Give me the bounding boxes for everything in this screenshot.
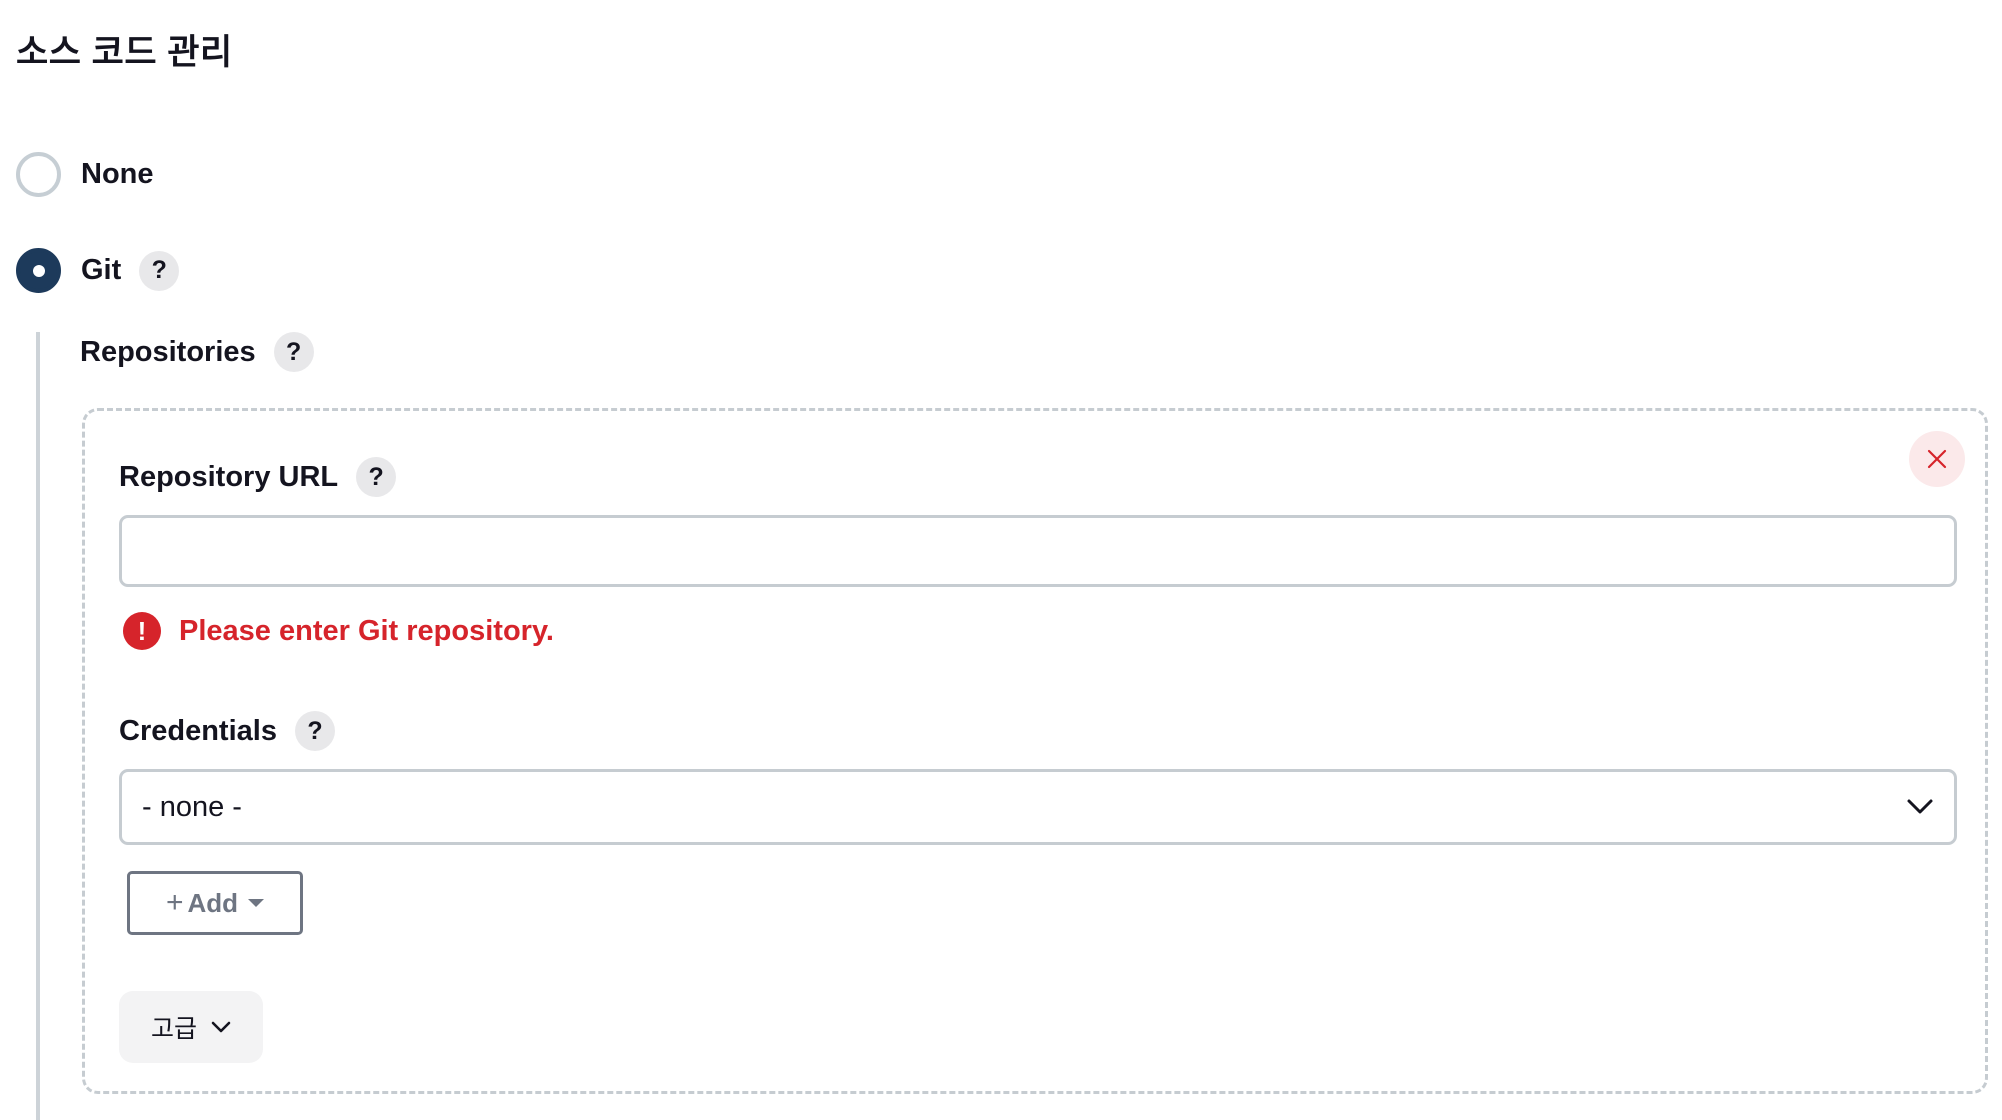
remove-repository-button[interactable]	[1909, 431, 1965, 487]
credentials-help-icon[interactable]: ?	[294, 711, 335, 751]
add-button-label: Add	[187, 887, 239, 918]
scm-option-git[interactable]: Git ?	[16, 248, 180, 293]
git-help-icon[interactable]: ?	[139, 250, 180, 291]
advanced-button-label: 고급	[150, 1015, 197, 1043]
error-icon: !	[123, 612, 161, 650]
credentials-selected-value: - none -	[142, 790, 242, 823]
close-icon	[1927, 449, 1947, 469]
repository-url-error-text: Please enter Git repository.	[179, 615, 554, 647]
credentials-select[interactable]: - none -	[119, 769, 1957, 845]
git-options-indent-line	[36, 332, 40, 1120]
chevron-down-icon	[1907, 799, 1933, 814]
radio-git-label[interactable]: Git	[81, 248, 121, 293]
scm-option-none[interactable]: None	[16, 152, 154, 197]
radio-none[interactable]	[16, 152, 61, 197]
repositories-label: Repositories	[80, 336, 256, 368]
repository-entry: Repository URL ? ! Please enter Git repo…	[82, 408, 1988, 1094]
repository-url-label: Repository URL	[119, 461, 339, 493]
repositories-help-icon[interactable]: ?	[273, 332, 314, 372]
plus-icon: +	[165, 886, 184, 919]
repository-url-help-icon[interactable]: ?	[356, 457, 397, 497]
credentials-label: Credentials	[119, 715, 277, 747]
radio-none-label[interactable]: None	[81, 152, 154, 197]
scm-section: 소스 코드 관리 None Git ? Repositories ? Repos…	[0, 0, 2002, 1120]
repositories-label-row: Repositories ?	[80, 332, 314, 372]
radio-git[interactable]	[16, 248, 61, 293]
repository-url-error: ! Please enter Git repository.	[119, 611, 554, 651]
chevron-down-icon	[211, 1021, 231, 1032]
credentials-label-row: Credentials ?	[119, 711, 335, 751]
section-title: 소스 코드 관리	[16, 33, 233, 72]
add-credentials-button[interactable]: + Add	[127, 871, 303, 935]
advanced-toggle-button[interactable]: 고급	[119, 991, 263, 1063]
repository-url-label-row: Repository URL ?	[119, 457, 397, 497]
caret-down-icon	[248, 899, 265, 907]
repository-url-input[interactable]	[119, 515, 1957, 587]
